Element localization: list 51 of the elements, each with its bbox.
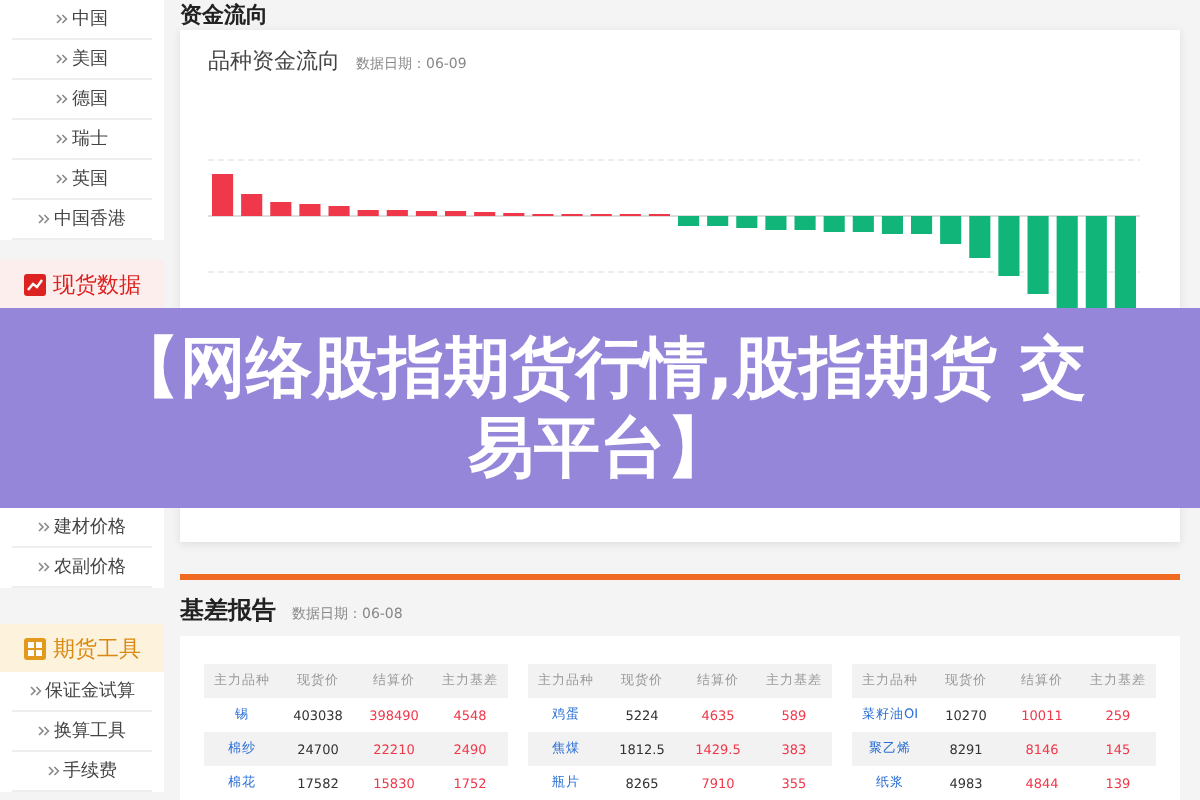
sidebar-link[interactable]: 美国: [12, 40, 152, 80]
sidebar-link[interactable]: 手续费: [12, 752, 152, 792]
bar: [998, 216, 1020, 276]
bar: [678, 216, 700, 226]
chevron-icon: [56, 174, 68, 184]
sidebar-link[interactable]: 德国: [12, 80, 152, 120]
bar: [299, 204, 321, 216]
sidebar-link[interactable]: 换算工具: [12, 712, 152, 752]
bar: [765, 216, 787, 230]
chart-title: 品种资金流向: [208, 46, 340, 76]
bar: [881, 216, 903, 234]
bar: [940, 216, 962, 244]
sidebar-link[interactable]: 英国: [12, 160, 152, 200]
bar: [707, 216, 729, 226]
section-title: 现货数据: [53, 269, 141, 299]
chevron-icon: [56, 94, 68, 104]
bar: [794, 216, 816, 230]
section-title: 期货工具: [53, 633, 141, 663]
chevron-icon: [56, 14, 68, 24]
bar: [386, 210, 408, 216]
chart-icon: [23, 273, 45, 295]
chevron-icon: [56, 54, 68, 64]
banner-title: 【网络股指期货行情,股指期货 交易平台】: [111, 328, 1089, 488]
section-heading: 资金流向: [180, 0, 270, 30]
chevron-icon: [29, 686, 41, 696]
bar: [270, 202, 292, 216]
bar: [911, 216, 933, 234]
chevron-icon: [56, 134, 68, 144]
calculator-icon: [23, 637, 45, 659]
chevron-icon: [38, 562, 50, 572]
sidebar-link[interactable]: 中国香港: [12, 200, 152, 240]
bar: [969, 216, 991, 258]
bar: [445, 211, 467, 216]
bar: [736, 216, 758, 228]
sidebar-link[interactable]: 瑞士: [12, 120, 152, 160]
bar: [241, 194, 263, 216]
sidebar-link[interactable]: 保证金试算: [12, 672, 152, 712]
bar: [415, 211, 437, 216]
bar: [823, 216, 845, 232]
bar: [328, 206, 350, 216]
bar: [852, 216, 874, 232]
sidebar-link[interactable]: 中国: [12, 0, 152, 40]
chevron-icon: [38, 522, 50, 532]
sidebar-link[interactable]: 农副价格: [12, 548, 152, 588]
section-heading: 基差报告: [180, 594, 276, 628]
bar: [212, 174, 234, 216]
chevron-icon: [38, 214, 50, 224]
chevron-icon: [38, 726, 50, 736]
bar: [357, 210, 379, 216]
bar: [1027, 216, 1049, 294]
chevron-icon: [47, 766, 59, 776]
